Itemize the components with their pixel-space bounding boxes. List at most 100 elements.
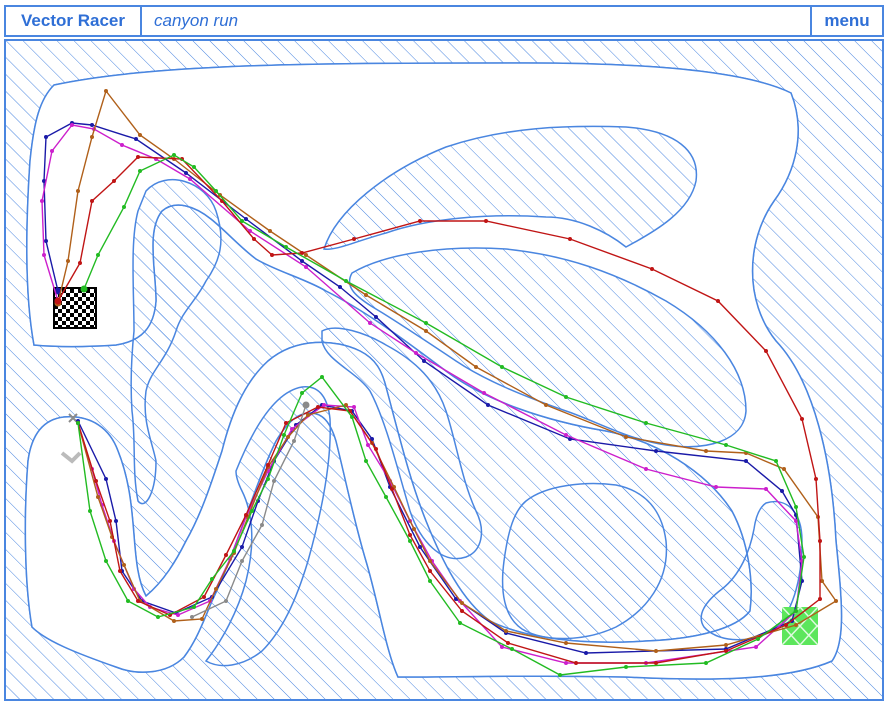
racer-move-point [584,651,588,655]
racer-move-point [366,443,370,447]
racer-move-point [644,467,648,471]
racer-move-point [202,595,206,599]
racer-move-point [240,219,244,223]
racer-move-point [224,553,228,557]
racer-move-point [90,123,94,127]
racer-move-point [408,533,412,537]
racer-move-point [650,267,654,271]
racer-move-point [118,569,122,573]
racer-move-point [484,219,488,223]
racer-move-point [754,645,758,649]
racer-move-point [304,253,308,257]
racer-move-point [122,205,126,209]
racer-move-point [352,405,356,409]
menu-button[interactable]: menu [812,7,882,35]
racer-move-point [724,643,728,647]
racer-move-point [654,449,658,453]
racer-move-point [714,485,718,489]
racer-move-point [574,661,578,665]
racer-move-point [104,559,108,563]
racer-move-point [350,415,354,419]
racer-move-point [268,229,272,233]
racer-move-point [744,459,748,463]
track-canvas[interactable] [6,41,882,699]
racer-move-point [460,609,464,613]
racer-move-point [250,509,254,513]
racer-move-point [90,199,94,203]
racer-move-point [266,477,270,481]
racer-move-point [54,297,62,305]
racer-move-point [374,447,378,451]
racer-move-point [188,177,192,181]
racer-move-point [224,599,228,603]
racer-move-point [284,245,288,249]
racer-move-point [240,545,244,549]
racer-move-point [50,149,54,153]
racer-move-point [66,259,70,263]
racer-move-point [78,261,82,265]
racer-move-point [122,563,126,567]
racer-move-point [458,621,462,625]
racer-move-point [568,237,572,241]
racer-move-point [344,279,348,283]
racer-move-point [428,559,432,563]
racer-move-point [338,285,342,289]
racer-move-point [500,365,504,369]
racer-move-point [794,505,798,509]
racer-move-point [418,219,422,223]
racer-move-point [486,403,490,407]
racer-move-point [558,673,562,677]
racer-move-point [654,661,658,665]
racer-move-point [94,479,98,483]
racer-move-point [76,189,80,193]
racer-move-point [390,487,394,491]
top-bar: Vector Racer canyon run menu [4,5,884,37]
racer-move-point [368,321,372,325]
racer-move-point [654,649,658,653]
racer-move-point [412,527,416,531]
racer-move-point [192,605,196,609]
racer-move-point [794,623,798,627]
racer-move-point [80,285,88,293]
racer-move-point [108,519,112,523]
racer-move-point [304,265,308,269]
racer-move-point [104,89,108,93]
racer-move-point [232,549,236,553]
race-board[interactable] [4,39,884,701]
racer-move-point [564,661,568,665]
racer-move-point [834,599,838,603]
racer-move-point [424,321,428,325]
racer-move-point [114,519,118,523]
racer-move-point [418,545,422,549]
racer-move-point [482,391,486,395]
racer-move-point [300,259,304,263]
racer-move-point [136,599,140,603]
racer-move-point [192,165,196,169]
racer-move-point [784,623,788,627]
racer-move-point [156,615,160,619]
racer-move-point [818,539,822,543]
racer-move-point [510,647,514,651]
racer-move-point [564,641,568,645]
racer-move-point [136,155,140,159]
racer-move-point [500,645,504,649]
racer-move-point [302,401,310,409]
racer-move-point [322,403,326,407]
racer-move-point [42,253,46,257]
racer-move-point [504,629,508,633]
racer-move-point [364,293,368,297]
racer-move-point [134,137,138,141]
racer-move-point [176,613,180,617]
racer-move-point [506,641,510,645]
racer-move-point [474,365,478,369]
racer-move-point [270,253,274,257]
racer-move-point [40,199,44,203]
racer-move-point [240,559,244,563]
racer-move-point [266,463,270,467]
racer-move-point [214,587,218,591]
racer-move-point [260,523,264,527]
racer-move-point [190,615,194,619]
racer-move-point [782,467,786,471]
racer-move-point [764,349,768,353]
racer-move-point [126,599,130,603]
